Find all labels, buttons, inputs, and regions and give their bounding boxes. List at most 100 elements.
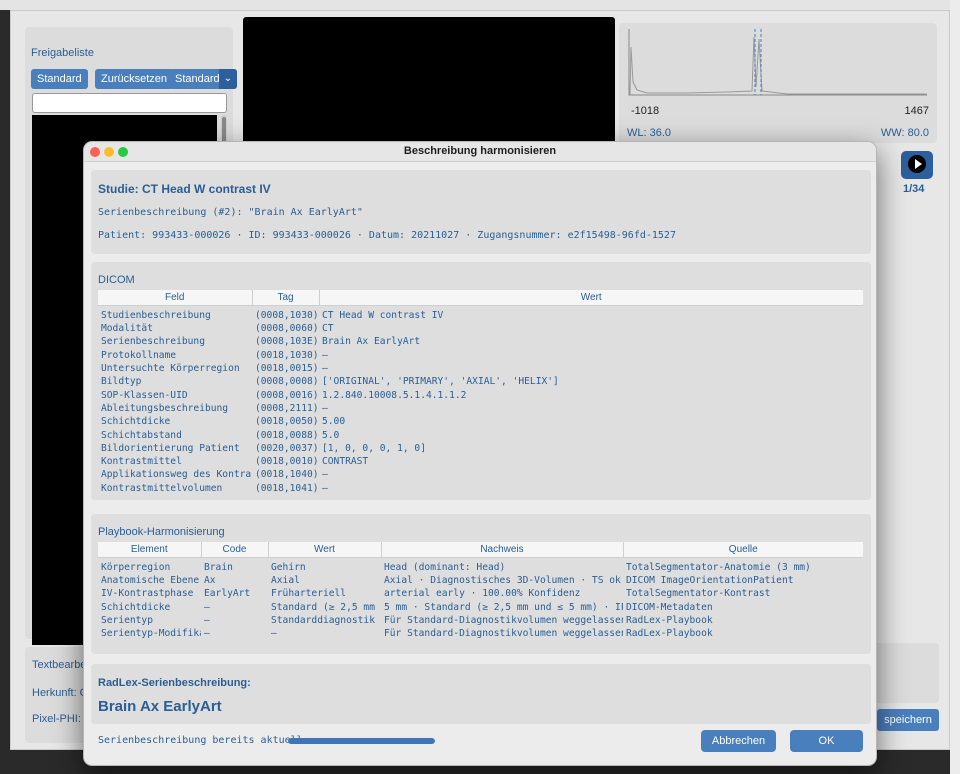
table-cell: – (322, 349, 328, 361)
playbook-header-evidence[interactable]: Nachweis (381, 542, 624, 558)
table-cell: SOP-Klassen-UID (101, 389, 188, 401)
table-cell: CT Head W contrast IV (322, 310, 444, 322)
table-cell: Axial · Diagnostisches 3D-Volumen · TS o… (384, 575, 621, 587)
table-cell: Schichtabstand (101, 429, 182, 441)
table-row[interactable]: Bildorientierung Patient (0020,0037) [1, 0… (98, 442, 863, 455)
table-row[interactable]: Applikationsweg des Kontrastm (0018,1040)… (98, 468, 863, 481)
table-row[interactable]: Studienbeschreibung (0008,1030) CT Head W … (98, 305, 863, 322)
dicom-panel: DICOM Feld Tag Wert Studienbeschreibung (… (91, 262, 871, 500)
table-cell: TotalSegmentator-Kontrast (626, 588, 771, 600)
origin-label: Herkunft: O (32, 687, 89, 699)
table-cell: – (271, 628, 277, 640)
table-cell: Standarddiagnostik (271, 615, 375, 627)
histogram-chart (628, 29, 927, 96)
radlex-panel: RadLex-Serienbeschreibung: Brain Ax Earl… (91, 664, 871, 724)
dicom-title: DICOM (98, 274, 135, 286)
table-cell: Axial (271, 575, 300, 587)
table-cell: (0008,0016) (255, 389, 319, 401)
table-row[interactable]: Untersuchte Körperregion (0018,0015) – (98, 362, 863, 375)
playbook-header-code[interactable]: Code (201, 542, 269, 558)
table-row[interactable]: Bildtyp (0008,0008) ['ORIGINAL', 'PRIMARY'… (98, 375, 863, 388)
background-code-editor (950, 0, 960, 774)
ok-button[interactable]: OK (790, 730, 863, 752)
table-row[interactable]: Kontrastmittel (0018,0010) CONTRAST (98, 455, 863, 468)
table-cell: (0008,2111) (255, 402, 319, 414)
standard-select[interactable]: Standard ⌄ (169, 69, 237, 89)
image-viewer[interactable] (243, 17, 615, 147)
save-button[interactable]: speichern (877, 709, 939, 731)
standard-select-label: Standard (175, 73, 220, 85)
table-cell: EarlyArt (204, 588, 251, 600)
table-cell: Untersuchte Körperregion (101, 363, 240, 375)
table-cell: – (204, 628, 210, 640)
radlex-series-description: Brain Ax EarlyArt (98, 698, 222, 715)
table-row[interactable]: Modalität (0008,0060) CT (98, 322, 863, 335)
reset-button[interactable]: Zurücksetzen (95, 69, 174, 89)
table-cell: IV-Kontrastphase (101, 588, 194, 600)
table-cell: TotalSegmentator-Anatomie (3 mm) (626, 562, 811, 574)
table-cell: 5.0 (322, 429, 340, 441)
table-cell: (0008,0060) (255, 323, 319, 335)
table-row[interactable]: Anatomische Ebene Ax Axial Axial · Diagnost… (98, 574, 863, 587)
table-cell: (0018,0088) (255, 429, 319, 441)
table-row[interactable]: SOP-Klassen-UID (0008,0016) 1.2.840.10008.… (98, 388, 863, 401)
play-icon[interactable] (901, 151, 933, 179)
table-cell: Schichtdicke (101, 416, 171, 428)
table-row[interactable]: IV-Kontrastphase EarlyArt Früharteriell art… (98, 587, 863, 600)
table-cell: DICOM-Metadaten (626, 601, 713, 613)
playbook-header-source[interactable]: Quelle (623, 542, 863, 558)
table-row[interactable]: Schichtdicke – Standard (≥ 2,5 mm un 5 mm ·… (98, 601, 863, 614)
table-row[interactable]: Schichtabstand (0018,0088) 5.0 (98, 428, 863, 441)
playbook-title: Playbook-Harmonisierung (98, 526, 225, 538)
table-row[interactable]: Ableitungsbeschreibung (0008,2111) – (98, 402, 863, 415)
playbook-header-element[interactable]: Element (98, 542, 202, 558)
table-cell: RadLex-Playbook (626, 628, 713, 640)
dialog-title: Beschreibung harmonisieren (403, 145, 557, 157)
table-row[interactable]: Körperregion Brain Gehirn Head (dominant: H… (98, 557, 863, 574)
table-cell: Modalität (101, 323, 153, 335)
frame-counter: 1/34 (903, 183, 925, 195)
progress-bar (288, 738, 435, 744)
table-cell: Serienbeschreibung (101, 336, 205, 348)
table-cell: Gehirn (271, 562, 306, 574)
dicom-header-tag[interactable]: Tag (252, 290, 320, 306)
table-cell: 5 mm · Standard (≥ 2,5 mm und ≤ 5 mm) · … (384, 601, 623, 613)
table-cell: Bildorientierung Patient (101, 442, 240, 454)
table-cell: DICOM ImageOrientationPatient (626, 575, 794, 587)
histogram-max-label: 1467 (904, 105, 929, 117)
table-cell: (0008,103E) (255, 336, 319, 348)
table-cell: Kontrastmittelvolumen (101, 482, 223, 494)
table-cell: Brain (204, 562, 233, 574)
table-row[interactable]: Serientyp – Standarddiagnostik Für Standard… (98, 614, 863, 627)
table-row[interactable]: Serienbeschreibung (0008,103E) Brain Ax Ea… (98, 335, 863, 348)
table-row[interactable]: Protokollname (0018,1030) – (98, 349, 863, 362)
table-cell: (0008,1030) (255, 310, 319, 322)
release-search-input[interactable] (32, 93, 227, 113)
table-cell: 1.2.840.10008.5.1.4.1.1.2 (322, 389, 467, 401)
table-cell: Körperregion (101, 562, 171, 574)
dicom-header-value[interactable]: Wert (319, 290, 863, 306)
table-row[interactable]: Kontrastmittelvolumen (0018,1041) – (98, 482, 863, 495)
table-cell: Standard (≥ 2,5 mm un (271, 601, 381, 613)
study-info-panel: Studie: CT Head W contrast IV Serienbesc… (91, 170, 871, 254)
table-cell: (0018,0015) (255, 363, 319, 375)
table-cell: Serientyp (101, 615, 153, 627)
cancel-button[interactable]: Abbrechen (701, 730, 776, 752)
table-cell: Protokollname (101, 349, 177, 361)
table-row[interactable]: Schichtdicke (0018,0050) 5.00 (98, 415, 863, 428)
study-title: Studie: CT Head W contrast IV (98, 182, 271, 196)
table-cell: (0018,0050) (255, 416, 319, 428)
playbook-header-value[interactable]: Wert (268, 542, 382, 558)
table-cell: Für Standard-Diagnostikvolumen weggelass… (384, 615, 623, 627)
dicom-header-field[interactable]: Feld (98, 290, 253, 306)
table-cell: Ableitungsbeschreibung (101, 402, 229, 414)
table-cell: Studienbeschreibung (101, 310, 211, 322)
table-cell: (0018,1040) (255, 469, 319, 481)
table-cell: – (322, 482, 328, 494)
harmonize-description-dialog: Beschreibung harmonisieren Studie: CT He… (83, 141, 877, 766)
table-cell: Applikationsweg des Kontrastm (101, 469, 252, 481)
standard-button[interactable]: Standard (31, 69, 88, 89)
table-cell: Früharteriell (271, 588, 347, 600)
table-cell: 5.00 (322, 416, 346, 428)
table-row[interactable]: Serientyp-Modifikat – – Für Standard-Diagno… (98, 627, 863, 640)
